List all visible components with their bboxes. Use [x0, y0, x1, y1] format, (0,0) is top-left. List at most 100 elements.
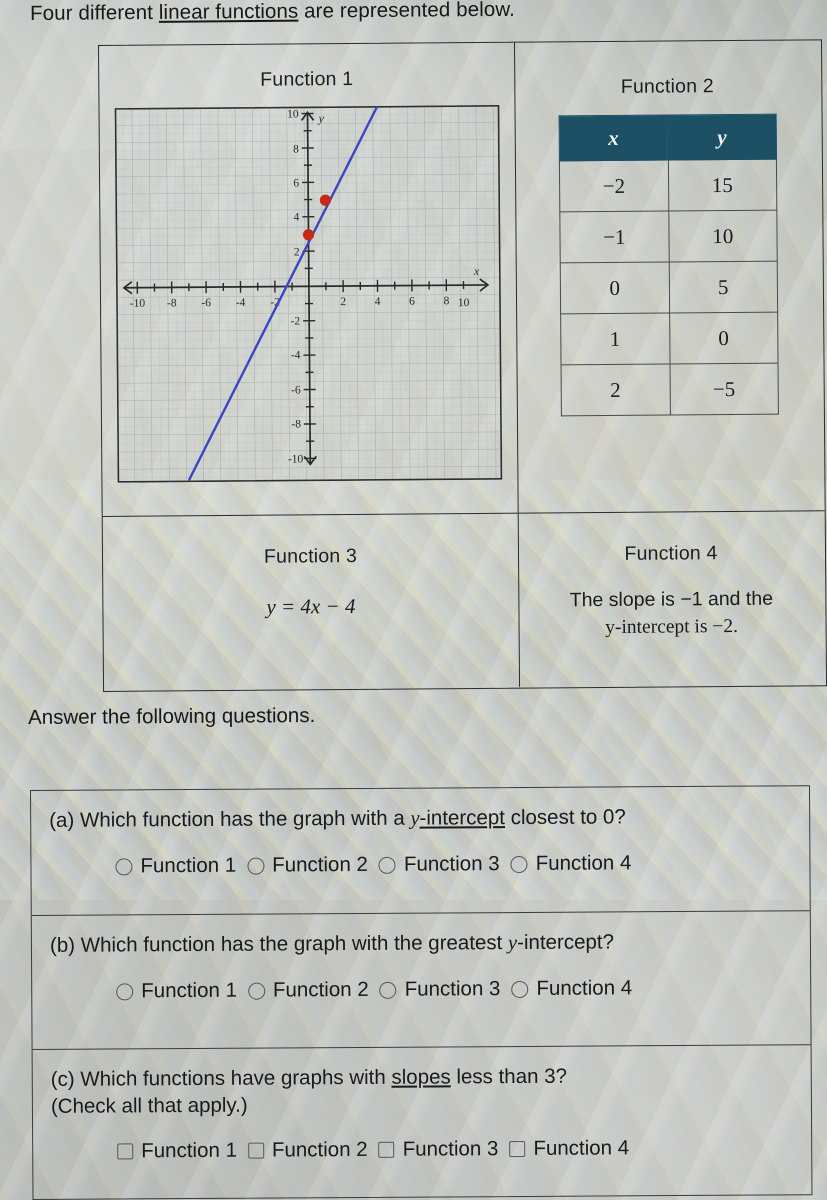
xy-cell-y: 5 — [668, 261, 778, 314]
option-label: Function 2 — [272, 977, 369, 1002]
option-label: Function 3 — [403, 852, 500, 876]
xy-cell-y: 0 — [669, 312, 779, 365]
svg-text:-8: -8 — [167, 297, 177, 309]
option-c-function-3[interactable]: Function 3 — [378, 1137, 499, 1162]
svg-text:8: 8 — [444, 295, 450, 307]
option-a-function-3[interactable]: Function 3 — [378, 852, 500, 877]
radio-icon[interactable] — [511, 980, 529, 998]
table-row: 0 5 — [560, 261, 778, 314]
radio-icon[interactable] — [379, 981, 397, 999]
functions-table-row-1: Function 1 -10 -8 -6 -4 -2 2 4 6 8 10 10… — [99, 40, 825, 516]
function-1-graph: -10 -8 -6 -4 -2 2 4 6 8 10 10 8 6 4 2 -2… — [114, 105, 503, 483]
functions-table-row-2: Function 3 y = 4x − 4 Function 4 The slo… — [102, 510, 827, 690]
option-c-function-4[interactable]: Function 4 — [509, 1136, 629, 1161]
function-4-cell: Function 4 The slope is −1 and the y-int… — [517, 511, 825, 687]
option-c-function-2[interactable]: Function 2 — [247, 1138, 368, 1163]
question-c-text-before: (c) Which functions have graphs with — [50, 1065, 392, 1091]
radio-icon[interactable] — [378, 856, 396, 874]
function-3-cell: Function 3 y = 4x − 4 — [103, 514, 519, 690]
question-c: (c) Which functions have graphs with slo… — [32, 1044, 812, 1199]
xy-cell-y: 10 — [668, 210, 778, 263]
question-a-text: (a) Which function has the graph with a … — [49, 802, 791, 835]
intercept-link-a[interactable]: -intercept — [419, 806, 505, 830]
svg-text:-10: -10 — [130, 298, 146, 310]
xy-cell-x: 1 — [560, 313, 670, 365]
question-c-text-line-2: (Check all that apply.) — [50, 1093, 248, 1118]
xy-cell-y: 15 — [667, 159, 777, 212]
table-row: −2 15 — [559, 159, 777, 212]
checkbox-icon[interactable] — [247, 1142, 264, 1159]
xy-cell-x: 2 — [561, 364, 670, 416]
checkbox-icon[interactable] — [117, 1143, 134, 1160]
function-2-xy-table: x y −2 15 −1 10 0 5 1 0 2 −5 — [559, 114, 779, 417]
intro-sentence: Four different linear functions are repr… — [30, 0, 515, 26]
option-label: Function 3 — [404, 977, 501, 1001]
table-row: 1 0 — [560, 312, 779, 365]
svg-text:4: 4 — [375, 296, 381, 308]
option-label: Function 1 — [141, 1138, 238, 1163]
option-a-function-1[interactable]: Function 1 — [115, 854, 236, 879]
radio-icon[interactable] — [510, 855, 528, 873]
svg-text:2: 2 — [294, 246, 300, 258]
function-4-description: The slope is −1 and the y-intercept is −… — [519, 584, 823, 643]
svg-text:-6: -6 — [291, 384, 301, 396]
question-b: (b) Which function has the graph with th… — [31, 910, 811, 1049]
svg-text:10: 10 — [287, 108, 299, 120]
function-1-cell: Function 1 -10 -8 -6 -4 -2 2 4 6 8 10 10… — [99, 43, 518, 516]
option-label: Function 3 — [402, 1137, 499, 1161]
option-b-function-2[interactable]: Function 2 — [247, 977, 369, 1003]
linear-functions-link[interactable]: linear functions — [159, 0, 299, 24]
svg-text:-4: -4 — [291, 349, 301, 361]
xy-cell-x: 0 — [560, 262, 670, 314]
svg-text:-2: -2 — [291, 315, 301, 327]
intro-text-before: Four different — [30, 0, 159, 25]
svg-text:10: 10 — [458, 297, 470, 309]
option-b-function-4[interactable]: Function 4 — [511, 976, 632, 1001]
svg-text:2: 2 — [340, 296, 346, 308]
question-a: (a) Which function has the graph with a … — [31, 786, 810, 915]
option-label: Function 1 — [140, 853, 237, 878]
slopes-link[interactable]: slopes — [391, 1065, 450, 1088]
option-b-function-1[interactable]: Function 1 — [116, 979, 237, 1004]
question-b-italic-y: y — [507, 932, 518, 955]
table-row: 2 −5 — [561, 363, 779, 416]
option-label: Function 4 — [535, 851, 632, 875]
radio-icon[interactable] — [116, 982, 134, 1001]
svg-text:-4: -4 — [236, 297, 246, 309]
xy-cell-y: −5 — [669, 363, 779, 416]
svg-text:-8: -8 — [291, 418, 301, 430]
svg-text:-6: -6 — [201, 297, 211, 309]
function-3-title: Function 3 — [263, 544, 358, 568]
option-label: Function 4 — [533, 1136, 630, 1161]
function-2-cell: Function 2 x y −2 15 −1 10 0 5 1 0 2 −5 — [513, 40, 823, 513]
svg-text:-10: -10 — [288, 453, 304, 465]
question-c-options: Function 1 Function 2 Function 3 Functio… — [51, 1135, 793, 1164]
radio-icon[interactable] — [247, 857, 265, 875]
xy-cell-x: −1 — [559, 211, 669, 263]
question-a-text-before: (a) Which function has the graph with a — [49, 806, 411, 832]
function-3-equation: y = 4x − 4 — [266, 593, 356, 619]
option-a-function-4[interactable]: Function 4 — [510, 851, 632, 876]
option-label: Function 2 — [272, 852, 369, 877]
option-label: Function 1 — [141, 978, 238, 1003]
svg-text:8: 8 — [293, 143, 299, 155]
option-a-function-2[interactable]: Function 2 — [247, 853, 368, 878]
checkbox-icon[interactable] — [509, 1141, 526, 1158]
question-b-text-before: (b) Which function has the graph with th… — [49, 931, 509, 957]
option-b-function-3[interactable]: Function 3 — [379, 977, 501, 1002]
radio-icon[interactable] — [247, 982, 266, 1000]
answer-prompt: Answer the following questions. — [28, 703, 316, 729]
radio-icon[interactable] — [115, 857, 133, 876]
function-1-title: Function 1 — [260, 67, 354, 91]
questions-container: (a) Which function has the graph with a … — [30, 785, 813, 1200]
svg-text:4: 4 — [294, 211, 300, 223]
functions-table: Function 1 -10 -8 -6 -4 -2 2 4 6 8 10 10… — [98, 39, 827, 692]
checkbox-icon[interactable] — [378, 1141, 395, 1158]
question-b-options: Function 1 Function 2 Function 3 Functio… — [50, 975, 792, 1004]
xy-table-header-y: y — [667, 114, 777, 161]
function-4-description-line-2: y-intercept is −2. — [605, 616, 739, 639]
question-b-text: (b) Which function has the graph with th… — [50, 927, 792, 960]
option-c-function-1[interactable]: Function 1 — [117, 1139, 237, 1164]
question-a-text-after: closest to 0? — [504, 805, 626, 830]
svg-text:6: 6 — [409, 296, 415, 308]
